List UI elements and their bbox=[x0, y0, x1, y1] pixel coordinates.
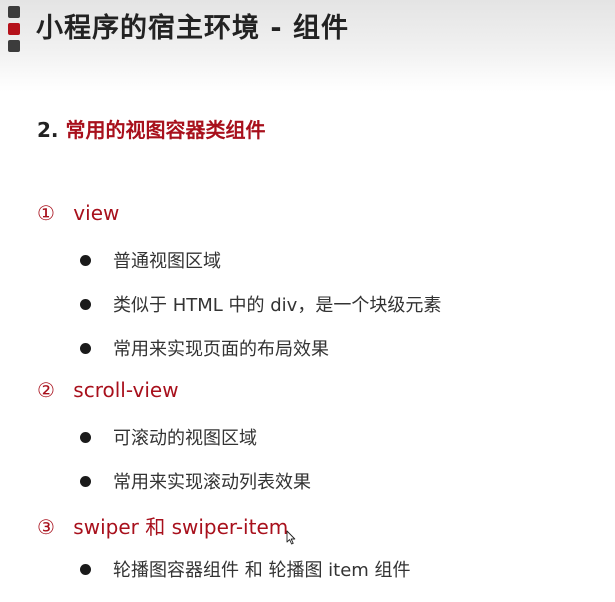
slide-header: 小程序的宿主环境 - 组件 bbox=[0, 0, 615, 92]
bullet-dot-icon bbox=[80, 431, 91, 443]
bullet-dot-icon bbox=[80, 563, 91, 575]
bullet-item: 可滚动的视图区域 bbox=[80, 424, 257, 450]
decorative-square-icon bbox=[8, 40, 20, 52]
decorative-square-icon bbox=[8, 6, 20, 18]
bullet-item: 轮播图容器组件 和 轮播图 item 组件 bbox=[80, 556, 411, 582]
component-name: scroll-view bbox=[73, 378, 179, 402]
component-item-scroll-view: ② scroll-view bbox=[37, 378, 179, 402]
bullet-item: 常用来实现页面的布局效果 bbox=[80, 335, 329, 361]
decorative-square-icon bbox=[8, 23, 20, 35]
bullet-text: 可滚动的视图区域 bbox=[113, 428, 257, 449]
slide: 小程序的宿主环境 - 组件 2. 常用的视图容器类组件 ① view 普通视图区… bbox=[0, 0, 615, 602]
bullet-dot-icon bbox=[80, 254, 91, 266]
bullet-text: 轮播图容器组件 和 轮播图 item 组件 bbox=[113, 560, 411, 581]
bullet-item: 普通视图区域 bbox=[80, 247, 221, 273]
item-marker: ② bbox=[37, 378, 55, 402]
bullet-text: 普通视图区域 bbox=[113, 251, 221, 272]
bullet-text: 常用来实现页面的布局效果 bbox=[113, 339, 329, 360]
bullet-dot-icon bbox=[80, 298, 91, 310]
bullet-text: 常用来实现滚动列表效果 bbox=[113, 472, 311, 493]
bullet-text: 类似于 HTML 中的 div，是一个块级元素 bbox=[113, 295, 442, 316]
section-title: 常用的视图容器类组件 bbox=[65, 118, 266, 142]
bullet-dot-icon bbox=[80, 475, 91, 487]
bullet-item: 类似于 HTML 中的 div，是一个块级元素 bbox=[80, 291, 441, 317]
section-number: 2. bbox=[37, 118, 59, 142]
section-heading: 2. 常用的视图容器类组件 bbox=[37, 114, 265, 143]
item-marker: ① bbox=[37, 201, 55, 225]
mouse-cursor-icon bbox=[286, 530, 296, 545]
item-marker: ③ bbox=[37, 515, 55, 539]
bullet-dot-icon bbox=[80, 342, 91, 354]
component-item-swiper: ③ swiper 和 swiper-item bbox=[37, 511, 288, 540]
component-name: swiper 和 swiper-item bbox=[73, 515, 289, 539]
bullet-item: 常用来实现滚动列表效果 bbox=[80, 468, 311, 494]
component-item-view: ① view bbox=[37, 201, 119, 225]
slide-title: 小程序的宿主环境 - 组件 bbox=[36, 13, 350, 44]
component-name: view bbox=[73, 201, 120, 225]
